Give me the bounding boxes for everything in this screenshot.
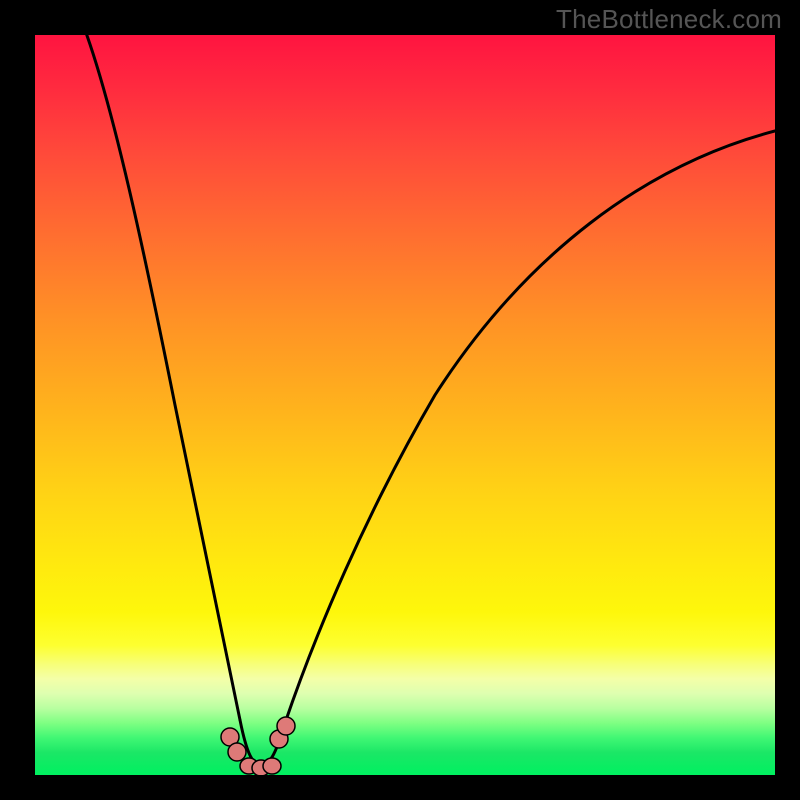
- markers-group: [221, 717, 295, 775]
- marker-left-2: [228, 743, 246, 761]
- chart-frame: TheBottleneck.com: [0, 0, 800, 800]
- curves-group: [87, 35, 775, 765]
- plot-area: [35, 35, 775, 775]
- curve-left: [87, 35, 240, 720]
- chart-svg: [35, 35, 775, 775]
- marker-bottom-3: [263, 758, 281, 774]
- marker-right-2: [277, 717, 295, 735]
- watermark-text: TheBottleneck.com: [556, 4, 782, 35]
- curve-right: [285, 131, 775, 723]
